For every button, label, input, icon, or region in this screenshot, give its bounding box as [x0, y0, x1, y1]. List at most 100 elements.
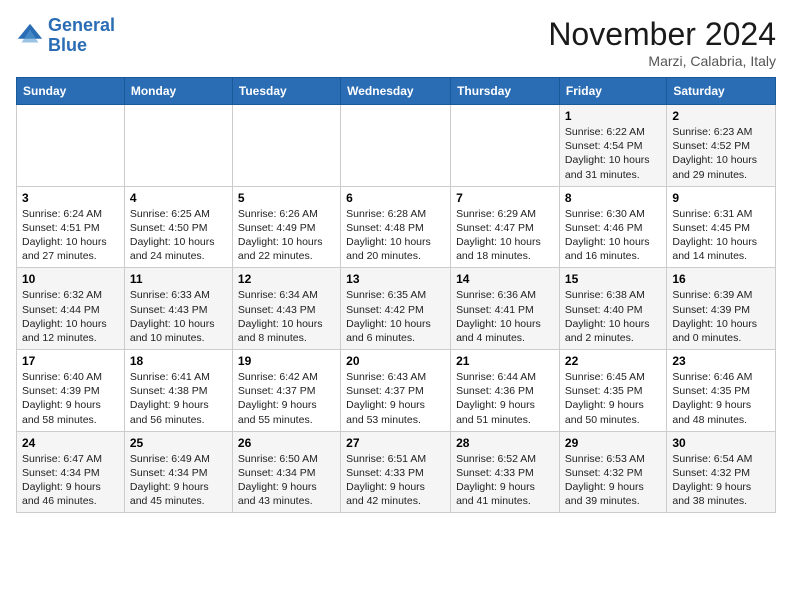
calendar-cell: 8 Sunrise: 6:30 AM Sunset: 4:46 PM Daylig… [559, 186, 666, 268]
day-info: Sunrise: 6:31 AM Sunset: 4:45 PM Dayligh… [672, 207, 770, 264]
day-number: 22 [565, 354, 661, 368]
calendar-cell: 23 Sunrise: 6:46 AM Sunset: 4:35 PM Dayli… [667, 350, 776, 432]
day-info: Sunrise: 6:38 AM Sunset: 4:40 PM Dayligh… [565, 288, 661, 345]
weekday-header-row: SundayMondayTuesdayWednesdayThursdayFrid… [17, 78, 776, 105]
calendar-cell: 17 Sunrise: 6:40 AM Sunset: 4:39 PM Dayli… [17, 350, 125, 432]
day-info: Sunrise: 6:26 AM Sunset: 4:49 PM Dayligh… [238, 207, 335, 264]
day-number: 13 [346, 272, 445, 286]
day-number: 3 [22, 191, 119, 205]
week-row-2: 10 Sunrise: 6:32 AM Sunset: 4:44 PM Dayli… [17, 268, 776, 350]
day-info: Sunrise: 6:23 AM Sunset: 4:52 PM Dayligh… [672, 125, 770, 182]
logo: General Blue [16, 16, 115, 56]
day-info: Sunrise: 6:45 AM Sunset: 4:35 PM Dayligh… [565, 370, 661, 427]
day-number: 27 [346, 436, 445, 450]
day-info: Sunrise: 6:22 AM Sunset: 4:54 PM Dayligh… [565, 125, 661, 182]
day-number: 5 [238, 191, 335, 205]
title-block: November 2024 Marzi, Calabria, Italy [548, 16, 776, 69]
day-info: Sunrise: 6:29 AM Sunset: 4:47 PM Dayligh… [456, 207, 554, 264]
day-number: 14 [456, 272, 554, 286]
weekday-header-thursday: Thursday [451, 78, 560, 105]
day-number: 28 [456, 436, 554, 450]
calendar-cell: 19 Sunrise: 6:42 AM Sunset: 4:37 PM Dayli… [232, 350, 340, 432]
calendar-cell: 10 Sunrise: 6:32 AM Sunset: 4:44 PM Dayli… [17, 268, 125, 350]
week-row-4: 24 Sunrise: 6:47 AM Sunset: 4:34 PM Dayli… [17, 431, 776, 513]
day-number: 23 [672, 354, 770, 368]
calendar-cell: 3 Sunrise: 6:24 AM Sunset: 4:51 PM Daylig… [17, 186, 125, 268]
day-info: Sunrise: 6:43 AM Sunset: 4:37 PM Dayligh… [346, 370, 445, 427]
day-number: 16 [672, 272, 770, 286]
day-info: Sunrise: 6:40 AM Sunset: 4:39 PM Dayligh… [22, 370, 119, 427]
calendar-cell: 16Sunrise: 6:39 AM Sunset: 4:39 PM Dayli… [667, 268, 776, 350]
day-number: 21 [456, 354, 554, 368]
weekday-header-friday: Friday [559, 78, 666, 105]
logo-line2: Blue [48, 35, 87, 55]
day-number: 18 [130, 354, 227, 368]
day-number: 19 [238, 354, 335, 368]
calendar-cell: 29 Sunrise: 6:53 AM Sunset: 4:32 PM Dayli… [559, 431, 666, 513]
weekday-header-sunday: Sunday [17, 78, 125, 105]
day-info: Sunrise: 6:50 AM Sunset: 4:34 PM Dayligh… [238, 452, 335, 509]
day-number: 24 [22, 436, 119, 450]
day-info: Sunrise: 6:35 AM Sunset: 4:42 PM Dayligh… [346, 288, 445, 345]
calendar-cell: 9 Sunrise: 6:31 AM Sunset: 4:45 PM Daylig… [667, 186, 776, 268]
week-row-1: 3 Sunrise: 6:24 AM Sunset: 4:51 PM Daylig… [17, 186, 776, 268]
calendar-cell: 13 Sunrise: 6:35 AM Sunset: 4:42 PM Dayli… [341, 268, 451, 350]
logo-text: General Blue [48, 16, 115, 56]
day-number: 26 [238, 436, 335, 450]
calendar-cell: 26 Sunrise: 6:50 AM Sunset: 4:34 PM Dayli… [232, 431, 340, 513]
calendar-cell: 21 Sunrise: 6:44 AM Sunset: 4:36 PM Dayli… [451, 350, 560, 432]
day-info: Sunrise: 6:53 AM Sunset: 4:32 PM Dayligh… [565, 452, 661, 509]
month-title: November 2024 [548, 16, 776, 53]
day-number: 2 [672, 109, 770, 123]
day-number: 7 [456, 191, 554, 205]
logo-line1: General [48, 15, 115, 35]
calendar-cell: 30 Sunrise: 6:54 AM Sunset: 4:32 PM Dayli… [667, 431, 776, 513]
calendar-cell: 25Sunrise: 6:49 AM Sunset: 4:34 PM Dayli… [124, 431, 232, 513]
calendar-cell [232, 105, 340, 187]
calendar-cell: 4Sunrise: 6:25 AM Sunset: 4:50 PM Daylig… [124, 186, 232, 268]
day-number: 4 [130, 191, 227, 205]
day-info: Sunrise: 6:46 AM Sunset: 4:35 PM Dayligh… [672, 370, 770, 427]
calendar-cell: 18Sunrise: 6:41 AM Sunset: 4:38 PM Dayli… [124, 350, 232, 432]
calendar-cell [341, 105, 451, 187]
calendar-cell [124, 105, 232, 187]
day-number: 12 [238, 272, 335, 286]
calendar-cell: 2 Sunrise: 6:23 AM Sunset: 4:52 PM Daylig… [667, 105, 776, 187]
day-number: 10 [22, 272, 119, 286]
day-info: Sunrise: 6:51 AM Sunset: 4:33 PM Dayligh… [346, 452, 445, 509]
week-row-3: 17 Sunrise: 6:40 AM Sunset: 4:39 PM Dayli… [17, 350, 776, 432]
location: Marzi, Calabria, Italy [548, 53, 776, 69]
day-info: Sunrise: 6:33 AM Sunset: 4:43 PM Dayligh… [130, 288, 227, 345]
calendar-cell: 15Sunrise: 6:38 AM Sunset: 4:40 PM Dayli… [559, 268, 666, 350]
day-info: Sunrise: 6:44 AM Sunset: 4:36 PM Dayligh… [456, 370, 554, 427]
day-info: Sunrise: 6:30 AM Sunset: 4:46 PM Dayligh… [565, 207, 661, 264]
calendar-cell: 7 Sunrise: 6:29 AM Sunset: 4:47 PM Daylig… [451, 186, 560, 268]
calendar-table: SundayMondayTuesdayWednesdayThursdayFrid… [16, 77, 776, 513]
calendar-cell: 6Sunrise: 6:28 AM Sunset: 4:48 PM Daylig… [341, 186, 451, 268]
calendar-cell [451, 105, 560, 187]
day-info: Sunrise: 6:24 AM Sunset: 4:51 PM Dayligh… [22, 207, 119, 264]
day-number: 8 [565, 191, 661, 205]
day-info: Sunrise: 6:49 AM Sunset: 4:34 PM Dayligh… [130, 452, 227, 509]
day-info: Sunrise: 6:54 AM Sunset: 4:32 PM Dayligh… [672, 452, 770, 509]
calendar-cell: 11Sunrise: 6:33 AM Sunset: 4:43 PM Dayli… [124, 268, 232, 350]
calendar-cell: 14 Sunrise: 6:36 AM Sunset: 4:41 PM Dayli… [451, 268, 560, 350]
calendar-cell: 24 Sunrise: 6:47 AM Sunset: 4:34 PM Dayli… [17, 431, 125, 513]
calendar-cell: 22 Sunrise: 6:45 AM Sunset: 4:35 PM Dayli… [559, 350, 666, 432]
day-number: 20 [346, 354, 445, 368]
page-header: General Blue November 2024 Marzi, Calabr… [16, 16, 776, 69]
week-row-0: 1 Sunrise: 6:22 AM Sunset: 4:54 PM Daylig… [17, 105, 776, 187]
day-info: Sunrise: 6:32 AM Sunset: 4:44 PM Dayligh… [22, 288, 119, 345]
day-number: 9 [672, 191, 770, 205]
day-number: 17 [22, 354, 119, 368]
calendar-cell: 12Sunrise: 6:34 AM Sunset: 4:43 PM Dayli… [232, 268, 340, 350]
day-number: 29 [565, 436, 661, 450]
day-info: Sunrise: 6:36 AM Sunset: 4:41 PM Dayligh… [456, 288, 554, 345]
day-number: 1 [565, 109, 661, 123]
day-number: 30 [672, 436, 770, 450]
day-info: Sunrise: 6:47 AM Sunset: 4:34 PM Dayligh… [22, 452, 119, 509]
calendar-cell: 20 Sunrise: 6:43 AM Sunset: 4:37 PM Dayli… [341, 350, 451, 432]
calendar-cell: 27 Sunrise: 6:51 AM Sunset: 4:33 PM Dayli… [341, 431, 451, 513]
day-info: Sunrise: 6:42 AM Sunset: 4:37 PM Dayligh… [238, 370, 335, 427]
calendar-cell: 1 Sunrise: 6:22 AM Sunset: 4:54 PM Daylig… [559, 105, 666, 187]
